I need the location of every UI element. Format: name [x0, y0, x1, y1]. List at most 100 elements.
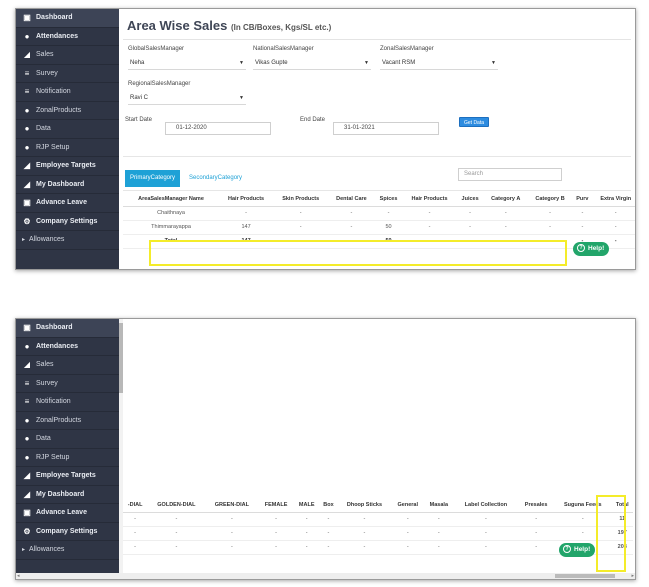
table-cell: - — [453, 540, 519, 555]
column-header: Presales — [518, 499, 554, 513]
user-icon: ● — [24, 31, 30, 41]
table-cell: - — [258, 512, 294, 527]
sidebar: ▣ Dashboard ● Attendances ◢ Sales ≡ Survey ≡… — [16, 9, 119, 269]
scroll-left-icon[interactable]: ◂ — [17, 573, 20, 579]
sidebar-item-dashboard[interactable]: ▣ Dashboard — [16, 319, 119, 338]
column-header: Dental Care — [328, 193, 375, 207]
tab-secondary-category[interactable]: SecondaryCategory — [184, 170, 247, 187]
sidebar-item-data[interactable]: ● Data — [16, 430, 119, 449]
sidebar-item-data[interactable]: ● Data — [16, 120, 119, 139]
sidebar-item-label: Allowances — [29, 236, 65, 244]
table-cell: - — [147, 526, 206, 541]
sidebar-item-my-dashboard[interactable]: ◢ My Dashboard — [16, 486, 119, 504]
sidebar-item-zonalproducts[interactable]: ● ZonalProducts — [16, 412, 119, 430]
table-cell: - — [337, 526, 392, 541]
sidebar-item-dashboard[interactable]: ▣ Dashboard — [16, 9, 119, 28]
column-header: FEMALE — [258, 499, 294, 513]
table-cell: - — [572, 206, 593, 221]
sidebar-item-notification[interactable]: ≡ Notification — [16, 83, 119, 102]
sidebar-item-label: RJP Setup — [36, 143, 70, 151]
sidebar-item-label: Data — [36, 125, 51, 133]
chart-icon: ◢ — [23, 179, 31, 189]
table-cell: - — [293, 540, 320, 555]
table-cell: - — [205, 526, 259, 541]
select-value: Neha — [130, 60, 145, 66]
question-icon: ? — [577, 244, 585, 253]
table-row: ------------208 — [123, 540, 633, 555]
sidebar-item-sales[interactable]: ◢ Sales — [16, 356, 119, 375]
scrollbar-thumb[interactable] — [555, 574, 615, 578]
column-header: Hair Products — [402, 193, 457, 207]
help-button[interactable]: ? Help! — [573, 242, 610, 256]
sidebar-item-label: ZonalProducts — [36, 106, 82, 114]
get-data-button[interactable]: Get Data — [459, 117, 490, 127]
table-cell: 147 — [219, 220, 274, 235]
table-cell: - — [258, 540, 294, 555]
table-cell: - — [518, 526, 554, 541]
table-cell: - — [402, 220, 457, 235]
sidebar-item-survey[interactable]: ≡ Survey — [16, 375, 119, 393]
sidebar-item-allowances[interactable]: ▸ Allowances — [16, 231, 119, 250]
table-cell: - — [391, 526, 425, 541]
sidebar-item-attendances[interactable]: ● Attendances — [16, 28, 119, 46]
tab-primary-category[interactable]: PrimaryCategory — [125, 170, 181, 187]
table-cell: - — [527, 220, 573, 235]
sidebar-item-label: Attendances — [36, 342, 79, 350]
caret-right-icon: ▸ — [22, 237, 26, 244]
search-input[interactable]: Search — [458, 168, 562, 181]
table-cell: - — [123, 526, 148, 541]
sidebar-item-employee-targets[interactable]: ◢ Employee Targets — [16, 467, 119, 486]
sidebar-item-company-settings[interactable]: ⚙ Company Settings — [16, 523, 119, 541]
end-date-input[interactable]: 31-01-2021 — [333, 122, 439, 135]
dashboard-icon: ▣ — [23, 13, 31, 23]
column-header: Category B — [527, 193, 573, 207]
column-header: Extra Virgin — [592, 193, 635, 207]
sidebar-item-notification[interactable]: ≡ Notification — [16, 393, 119, 412]
global-sales-manager-select[interactable]: Neha ▼ — [128, 57, 246, 70]
table-cell: - — [391, 512, 425, 527]
cogs-icon: ⚙ — [23, 216, 31, 226]
sidebar-item-attendances[interactable]: ● Attendances — [16, 338, 119, 356]
question-icon: ? — [563, 545, 571, 554]
help-label: Help! — [588, 245, 605, 252]
table-cell: - — [337, 512, 392, 527]
caret-down-icon: ▼ — [491, 60, 496, 66]
column-header: Skin Products — [273, 193, 329, 207]
column-header: Box — [319, 499, 338, 513]
column-header: MALE — [293, 499, 320, 513]
table-header-row: -DIAL GOLDEN-DIAL GREEN-DIAL FEMALE MALE Box D… — [123, 499, 633, 513]
sidebar-item-sales[interactable]: ◢ Sales — [16, 46, 119, 65]
start-date-input[interactable]: 01-12-2020 — [165, 122, 271, 135]
column-header: -DIAL — [123, 499, 148, 513]
user-icon: ● — [24, 142, 30, 152]
sidebar-item-rjp-setup[interactable]: ● RJP Setup — [16, 449, 119, 467]
table-row: Chaithnaya - - - - - - - - - - — [123, 206, 635, 221]
scroll-right-icon[interactable]: ▸ — [631, 573, 634, 579]
sidebar-item-company-settings[interactable]: ⚙ Company Settings — [16, 213, 119, 231]
sidebar-item-allowances[interactable]: ▸ Allowances — [16, 541, 119, 560]
sidebar-item-zonalproducts[interactable]: ● ZonalProducts — [16, 102, 119, 120]
select-value: Ravi C — [130, 95, 149, 101]
national-sales-manager-select[interactable]: Vikas Gupte ▼ — [253, 57, 371, 70]
sales-table-scrolled: -DIAL GOLDEN-DIAL GREEN-DIAL FEMALE MALE Box D… — [123, 499, 633, 555]
regional-sales-manager-select[interactable]: Ravi C ▼ — [128, 92, 246, 105]
zonal-sales-manager-select[interactable]: Vacant RSM ▼ — [380, 57, 498, 70]
sidebar-item-label: ZonalProducts — [36, 416, 82, 424]
sidebar-item-label: My Dashboard — [36, 180, 85, 188]
help-button[interactable]: ? Help! — [559, 543, 596, 557]
column-header: Juices — [456, 193, 484, 207]
sidebar-item-my-dashboard[interactable]: ◢ My Dashboard — [16, 176, 119, 194]
table-cell: - — [328, 206, 375, 221]
user-icon: ● — [24, 105, 30, 115]
horizontal-scrollbar[interactable]: ◂ ▸ — [16, 573, 635, 579]
sliders-icon: ≡ — [24, 397, 30, 407]
chart-icon: ◢ — [23, 161, 31, 171]
sidebar-item-advance-leave[interactable]: ▣ Advance Leave — [16, 194, 119, 213]
sidebar-item-survey[interactable]: ≡ Survey — [16, 65, 119, 83]
table-header-row: AreaSalesManager Name Hair Products Skin P… — [123, 193, 635, 207]
column-header: Dhoop Sticks — [337, 499, 392, 513]
sidebar-item-employee-targets[interactable]: ◢ Employee Targets — [16, 157, 119, 176]
user-icon: ● — [24, 341, 30, 351]
sidebar-item-advance-leave[interactable]: ▣ Advance Leave — [16, 504, 119, 523]
sidebar-item-rjp-setup[interactable]: ● RJP Setup — [16, 139, 119, 157]
